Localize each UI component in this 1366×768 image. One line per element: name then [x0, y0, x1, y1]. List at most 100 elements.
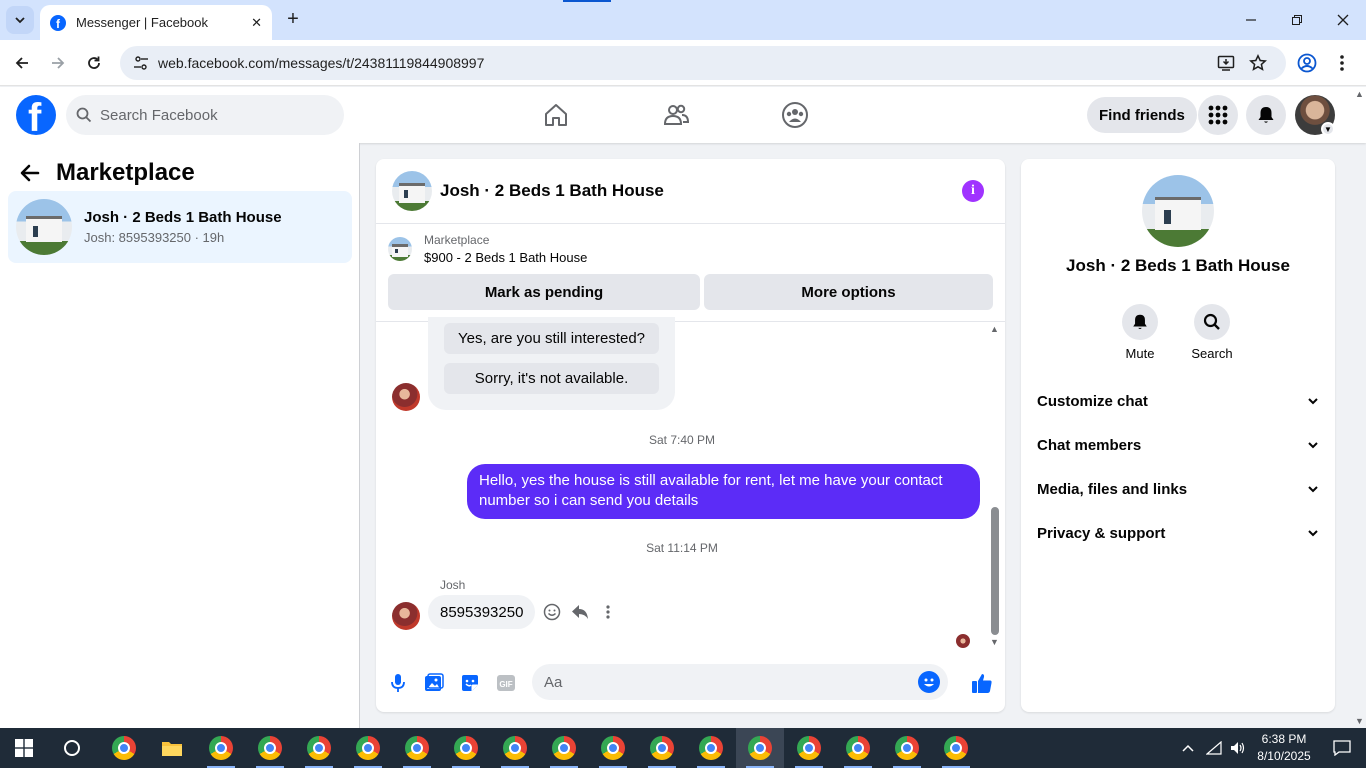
customize-chat-section[interactable]: Customize chat: [1037, 383, 1319, 419]
bell-icon: [1258, 107, 1274, 123]
message-input-box[interactable]: [532, 664, 948, 700]
media-files-links-section[interactable]: Media, files and links: [1037, 471, 1319, 507]
more-options-button[interactable]: More options: [704, 274, 993, 310]
tab-search-button[interactable]: [6, 6, 34, 34]
taskbar-chrome-window[interactable]: [540, 728, 588, 768]
account-circle-icon: [1297, 53, 1317, 73]
chat-scrollbar-thumb[interactable]: [991, 507, 999, 635]
menu-button[interactable]: [1198, 95, 1238, 135]
address-bar[interactable]: web.facebook.com/messages/t/243811198449…: [120, 46, 1286, 80]
taskbar-chrome-window[interactable]: [834, 728, 882, 768]
install-app-button[interactable]: [1211, 48, 1241, 78]
chat-members-section[interactable]: Chat members: [1037, 427, 1319, 463]
start-button[interactable]: [0, 728, 48, 768]
tab-close-icon[interactable]: ✕: [251, 15, 262, 31]
taskbar-chrome-window[interactable]: [491, 728, 539, 768]
scroll-down-arrow-icon[interactable]: ▼: [990, 637, 999, 647]
search-in-chat-button[interactable]: Search: [1182, 304, 1242, 361]
message-input[interactable]: [544, 673, 914, 691]
more-vertical-icon[interactable]: [598, 603, 618, 621]
taskbar-chrome-window[interactable]: [932, 728, 980, 768]
profile-button[interactable]: [1292, 48, 1322, 78]
chat-title[interactable]: Josh · 2 Beds 1 Bath House: [440, 181, 664, 201]
taskbar-chrome-window[interactable]: [344, 728, 392, 768]
taskbar-chrome-window-active[interactable]: [736, 728, 784, 768]
thumbs-up-icon[interactable]: [971, 672, 993, 694]
browser-tab-messenger[interactable]: f Messenger | Facebook ✕: [40, 5, 272, 40]
sender-avatar[interactable]: [392, 383, 420, 411]
taskbar-chrome-window[interactable]: [246, 728, 294, 768]
chrome-icon: [748, 736, 772, 760]
system-clock[interactable]: 6:38 PM 8/10/2025: [1254, 731, 1314, 765]
groups-icon: [782, 102, 808, 128]
facebook-logo-icon[interactable]: f: [16, 95, 56, 135]
taskbar-chrome-window[interactable]: [638, 728, 686, 768]
home-nav-button[interactable]: [540, 99, 572, 131]
privacy-support-section[interactable]: Privacy & support: [1037, 515, 1319, 551]
taskview-button[interactable]: [48, 728, 96, 768]
reply-icon[interactable]: [570, 603, 590, 621]
quick-reply-still-interested[interactable]: Yes, are you still interested?: [444, 323, 659, 354]
sender-avatar[interactable]: [392, 602, 420, 630]
page-scrollbar[interactable]: ▲ ▼: [1353, 87, 1366, 728]
taskbar-chrome-window[interactable]: [197, 728, 245, 768]
page-scroll-down-icon[interactable]: ▼: [1355, 716, 1364, 726]
taskbar-chrome-profile[interactable]: [100, 728, 148, 768]
chat-info-thumbnail[interactable]: [1142, 175, 1214, 247]
account-chevron-down-icon[interactable]: ▼: [1321, 122, 1335, 136]
scroll-up-arrow-icon[interactable]: ▲: [990, 324, 999, 334]
browser-menu-button[interactable]: [1327, 48, 1357, 78]
back-button[interactable]: [7, 48, 37, 78]
gif-icon[interactable]: GIF: [495, 672, 517, 694]
emoji-icon[interactable]: [918, 671, 940, 693]
notifications-button[interactable]: [1246, 95, 1286, 135]
conversation-item[interactable]: Josh · 2 Beds 1 Bath House Josh: 8595393…: [8, 191, 352, 263]
folder-icon: [162, 742, 182, 756]
taskbar-chrome-window[interactable]: [442, 728, 490, 768]
taskbar-chrome-window[interactable]: [785, 728, 833, 768]
taskbar-chrome-window[interactable]: [295, 728, 343, 768]
listing-small-thumbnail: [388, 237, 412, 261]
action-center-button[interactable]: [1318, 728, 1366, 768]
chevron-down-icon: [15, 17, 25, 24]
taskbar-chrome-window[interactable]: [687, 728, 735, 768]
search-label: Search: [1191, 346, 1233, 361]
photo-icon[interactable]: [423, 672, 445, 694]
minimize-button[interactable]: [1228, 0, 1274, 40]
quick-reply-not-available[interactable]: Sorry, it's not available.: [444, 363, 659, 394]
taskbar-chrome-window[interactable]: [393, 728, 441, 768]
bookmark-button[interactable]: [1243, 48, 1273, 78]
marketplace-listing-row[interactable]: Marketplace $900 - 2 Beds 1 Bath House: [388, 233, 587, 265]
find-friends-button[interactable]: Find friends: [1087, 97, 1197, 133]
facebook-search-input[interactable]: [100, 106, 320, 124]
incoming-message[interactable]: 8595393250: [428, 595, 536, 629]
facebook-search-box[interactable]: [66, 95, 344, 135]
reload-button[interactable]: [79, 48, 109, 78]
friends-nav-button[interactable]: [660, 99, 692, 131]
search-icon: [1194, 304, 1230, 340]
reload-icon: [88, 56, 100, 69]
mark-as-pending-button[interactable]: Mark as pending: [388, 274, 700, 310]
page-scroll-up-icon[interactable]: ▲: [1355, 89, 1364, 99]
taskbar-chrome-window[interactable]: [589, 728, 637, 768]
microphone-icon[interactable]: [387, 672, 409, 694]
taskbar-file-explorer[interactable]: [148, 728, 196, 768]
arrow-left-icon[interactable]: [20, 163, 40, 183]
listing-price-title: $900 - 2 Beds 1 Bath House: [424, 250, 588, 265]
quick-replies-card: Yes, are you still interested? Sorry, it…: [428, 317, 675, 410]
forward-button[interactable]: [43, 48, 73, 78]
sticker-icon[interactable]: [459, 672, 481, 694]
groups-nav-button[interactable]: [779, 99, 811, 131]
chat-header-thumbnail[interactable]: [392, 171, 432, 211]
volume-button[interactable]: [1224, 728, 1252, 768]
restore-button[interactable]: [1274, 0, 1320, 40]
react-icon[interactable]: [542, 603, 562, 621]
outgoing-message[interactable]: Hello, yes the house is still available …: [467, 464, 980, 519]
taskbar-chrome-window[interactable]: [883, 728, 931, 768]
info-icon[interactable]: i: [962, 180, 984, 202]
chrome-icon: [699, 736, 723, 760]
mute-button[interactable]: Mute: [1110, 304, 1170, 361]
site-info-icon[interactable]: [126, 55, 156, 71]
close-window-button[interactable]: [1320, 0, 1366, 40]
new-tab-button[interactable]: +: [282, 8, 304, 30]
